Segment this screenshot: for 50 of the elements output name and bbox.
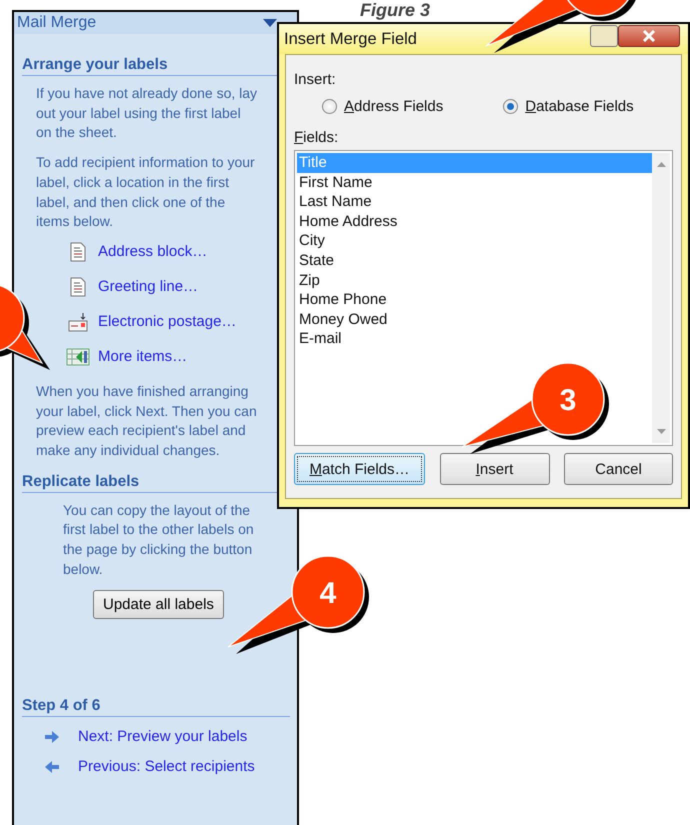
insert-link[interactable]: More items… [98,348,188,366]
help-button[interactable] [590,25,618,47]
update-button[interactable]: Update all labels [93,590,224,619]
callout-number: 4 [320,577,336,610]
list-item[interactable]: Home Address [297,212,652,232]
table-icon [66,348,90,366]
list-item[interactable]: Home Phone [297,290,652,310]
radio-button[interactable] [322,99,337,114]
insert-link[interactable]: Electronic postage… [98,313,236,330]
radio-option[interactable]: Database Fields [503,98,634,115]
insert-link[interactable]: Address block… [98,243,208,260]
dialog-button[interactable]: Insert [440,453,550,485]
instruction-text: You can copy the layout of the first label to the other labels on the page by clicking the button below. [63,500,255,579]
list-item[interactable]: E-mail [297,329,652,349]
scrollbar[interactable] [652,153,670,443]
list-item[interactable]: First Name [297,172,652,192]
list-item[interactable]: Last Name [297,192,652,212]
document-icon [70,242,86,262]
left-arrow-icon [45,760,59,773]
dialog-button[interactable]: Match Fields… [294,453,425,485]
list-item[interactable]: State [297,250,652,271]
right-arrow-icon [45,730,59,743]
list-item[interactable]: City [297,231,652,251]
document-icon [70,276,86,297]
callout-number: 3 [560,384,576,417]
scroll-down-icon [656,429,666,434]
instruction-text: To add recipient information to your label, click a location in the first label, and then click one of the items below. [36,153,256,232]
figure-caption: Figure 3 [360,0,430,21]
insert-label: Insert: [294,71,337,88]
dialog-button[interactable]: Cancel [564,453,673,485]
insert-link[interactable]: Greeting line… [98,278,198,296]
step-link[interactable]: Next: Preview your labels [78,728,248,746]
radio-label: Database Fields [525,98,634,115]
close-button[interactable] [618,25,680,47]
radio-label: Address Fields [344,98,444,115]
list-item[interactable]: Money Owed [297,310,652,330]
fields-label: Fields: [294,129,340,146]
list-item[interactable]: Zip [297,270,652,290]
dialog-title: Insert Merge Field [284,30,417,48]
close-icon [642,30,656,42]
scroll-up-icon [656,162,666,167]
envelope-icon [68,312,88,332]
pane-title: Mail Merge [17,14,96,32]
step-link[interactable]: Previous: Select recipients [78,758,255,776]
instruction-text: If you have not already done so, lay out your label using the first label on the sheet. [36,84,258,142]
section-heading: Step 4 of 6 [22,696,290,717]
radio-button[interactable] [503,99,518,114]
dropdown-icon [263,18,277,28]
instruction-text: When you have finished arranging your label, click Next. Then you can preview each recipient's label and make any individual changes. [36,382,258,460]
radio-option[interactable]: Address Fields [322,98,444,115]
